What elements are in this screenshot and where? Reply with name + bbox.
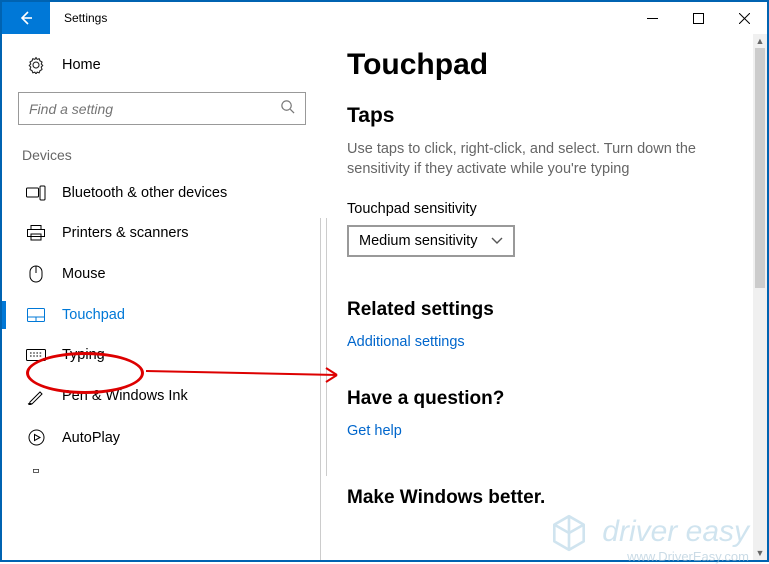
section-taps-heading: Taps bbox=[347, 104, 747, 128]
arrow-left-icon bbox=[17, 9, 35, 27]
devices-icon bbox=[24, 185, 48, 201]
back-button[interactable] bbox=[2, 2, 50, 34]
keyboard-icon bbox=[24, 349, 48, 361]
usb-icon bbox=[24, 469, 48, 479]
nav-label: Printers & scanners bbox=[62, 225, 189, 241]
gear-icon bbox=[24, 56, 48, 74]
panel-divider bbox=[326, 218, 327, 476]
sidebar-item-autoplay[interactable]: AutoPlay bbox=[2, 417, 322, 458]
sidebar-item-pen[interactable]: Pen & Windows Ink bbox=[2, 375, 322, 417]
related-heading: Related settings bbox=[347, 299, 747, 321]
nav-label: Typing bbox=[62, 347, 105, 363]
close-button[interactable] bbox=[721, 2, 767, 34]
sidebar-item-usb[interactable]: USB bbox=[2, 456, 322, 479]
minimize-button[interactable] bbox=[629, 2, 675, 34]
search-input[interactable] bbox=[29, 101, 280, 117]
question-heading: Have a question? bbox=[347, 388, 747, 410]
scroll-down-arrow-icon[interactable]: ▼ bbox=[753, 546, 767, 560]
page-title: Touchpad bbox=[347, 48, 747, 82]
sidebar-item-touchpad[interactable]: Touchpad bbox=[2, 295, 322, 335]
sidebar: Home Devices Bluetooth & other devices P… bbox=[2, 34, 322, 560]
sidebar-item-bluetooth[interactable]: Bluetooth & other devices bbox=[2, 173, 322, 213]
titlebar: Settings bbox=[2, 2, 767, 34]
autoplay-icon bbox=[24, 429, 48, 446]
window-controls bbox=[629, 2, 767, 34]
home-label: Home bbox=[62, 57, 101, 73]
window-title: Settings bbox=[64, 11, 107, 25]
maximize-button[interactable] bbox=[675, 2, 721, 34]
sensitivity-value: Medium sensitivity bbox=[359, 233, 477, 249]
search-wrap bbox=[18, 92, 306, 125]
nav-label: Mouse bbox=[62, 266, 106, 282]
better-heading: Make Windows better. bbox=[347, 487, 747, 509]
chevron-down-icon bbox=[491, 233, 503, 249]
taps-description: Use taps to click, right-click, and sele… bbox=[347, 140, 747, 179]
nav-label: Touchpad bbox=[62, 307, 125, 323]
sidebar-home[interactable]: Home bbox=[2, 46, 322, 84]
scroll-thumb[interactable] bbox=[755, 48, 765, 288]
nav-label: Bluetooth & other devices bbox=[62, 185, 227, 201]
vertical-scrollbar[interactable]: ▲ ▼ bbox=[753, 34, 767, 560]
sidebar-item-typing[interactable]: Typing bbox=[2, 335, 322, 375]
pen-icon bbox=[24, 387, 48, 405]
search-box[interactable] bbox=[18, 92, 306, 125]
touchpad-icon bbox=[24, 308, 48, 322]
search-icon bbox=[280, 99, 295, 119]
sensitivity-select[interactable]: Medium sensitivity bbox=[347, 225, 515, 257]
additional-settings-link[interactable]: Additional settings bbox=[347, 334, 465, 350]
sidebar-item-mouse[interactable]: Mouse bbox=[2, 253, 322, 295]
nav-label: Pen & Windows Ink bbox=[62, 388, 188, 404]
printer-icon bbox=[24, 225, 48, 241]
nav-label: AutoPlay bbox=[62, 430, 120, 446]
get-help-link[interactable]: Get help bbox=[347, 423, 402, 439]
scroll-up-arrow-icon[interactable]: ▲ bbox=[753, 34, 767, 48]
sensitivity-label: Touchpad sensitivity bbox=[347, 201, 747, 217]
mouse-icon bbox=[24, 265, 48, 283]
group-label-devices: Devices bbox=[2, 147, 322, 173]
content-area: Home Devices Bluetooth & other devices P… bbox=[2, 34, 767, 560]
main-panel: Touchpad Taps Use taps to click, right-c… bbox=[320, 218, 767, 560]
sidebar-item-printers[interactable]: Printers & scanners bbox=[2, 213, 322, 253]
